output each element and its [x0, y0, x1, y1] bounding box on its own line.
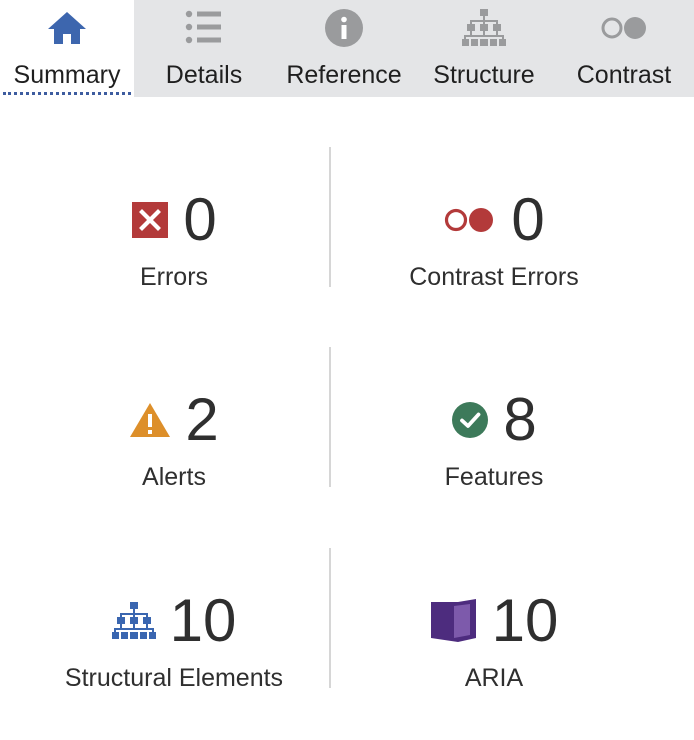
tab-label: Structure	[433, 61, 535, 89]
contrast-error-icon	[443, 205, 497, 235]
summary-errors[interactable]: 0 Errors	[14, 148, 334, 308]
errors-label: Errors	[139, 263, 209, 291]
summary-aria[interactable]: 10 ARIA	[334, 549, 654, 709]
contrast-errors-count: 0	[511, 186, 545, 253]
tab-label: Details	[165, 61, 243, 89]
structural-elements-count: 10	[169, 587, 237, 654]
summary-structural-elements[interactable]: 10 Structural Elements	[14, 549, 334, 709]
feature-check-icon	[451, 401, 489, 439]
aria-label: ARIA	[464, 664, 524, 692]
structure-icon	[111, 601, 156, 641]
aria-icon	[430, 598, 478, 644]
errors-count: 0	[183, 186, 217, 253]
hierarchy-icon	[462, 8, 506, 48]
features-count: 8	[503, 386, 537, 453]
tab-structure[interactable]: Structure	[414, 0, 554, 97]
features-label: Features	[444, 463, 544, 491]
contrast-icon	[601, 8, 646, 48]
summary-alerts[interactable]: 2 Alerts	[14, 348, 334, 508]
tab-contrast[interactable]: Contrast	[554, 0, 694, 97]
tab-summary[interactable]: Summary	[0, 0, 134, 97]
contrast-errors-label: Contrast Errors	[409, 263, 579, 291]
summary-contrast-errors[interactable]: 0 Contrast Errors	[334, 148, 654, 308]
tab-label: Reference	[286, 61, 402, 89]
alert-icon	[129, 401, 171, 439]
alerts-label: Alerts	[142, 463, 206, 491]
tab-label: Contrast	[576, 61, 672, 89]
info-icon	[322, 8, 366, 48]
list-icon	[182, 8, 226, 48]
aria-count: 10	[491, 587, 559, 654]
alerts-count: 2	[185, 386, 219, 453]
active-tab-indicator	[3, 92, 131, 95]
summary-features[interactable]: 8 Features	[334, 348, 654, 508]
tab-reference[interactable]: Reference	[274, 0, 414, 97]
home-icon	[45, 8, 89, 48]
tab-label: Summary	[13, 61, 121, 89]
structural-elements-label: Structural Elements	[64, 664, 284, 692]
tab-bar: Summary Details Reference Structure Cont…	[0, 0, 694, 97]
error-icon	[131, 201, 169, 239]
tab-details[interactable]: Details	[134, 0, 274, 97]
